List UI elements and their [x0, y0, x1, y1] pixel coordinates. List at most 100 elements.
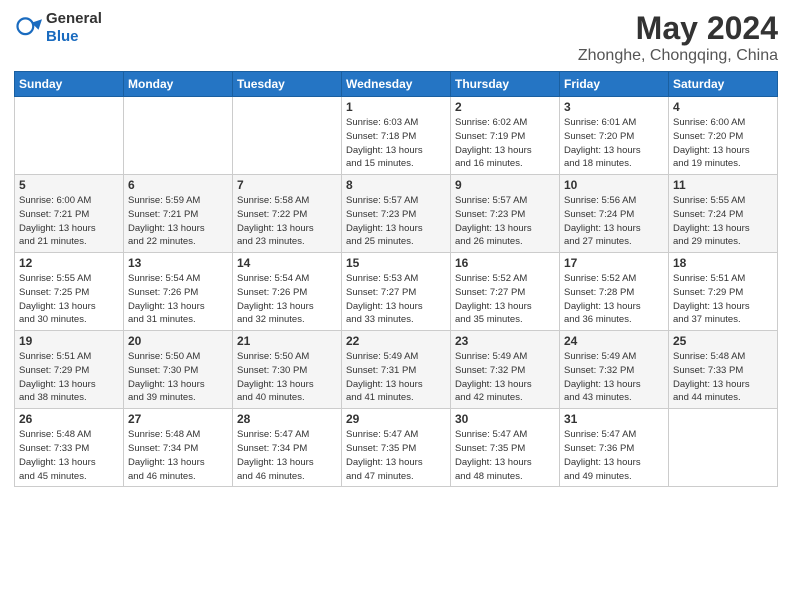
calendar-cell: 12 Sunrise: 5:55 AM Sunset: 7:25 PM Dayli… [15, 253, 124, 331]
week-row-4: 26 Sunrise: 5:48 AM Sunset: 7:33 PM Dayli… [15, 409, 778, 487]
day-number: 17 [564, 256, 664, 270]
day-info: Sunrise: 5:48 AM Sunset: 7:33 PM Dayligh… [673, 350, 773, 405]
day-info: Sunrise: 5:47 AM Sunset: 7:35 PM Dayligh… [346, 428, 446, 483]
calendar-cell: 22Sunrise: 5:49 AM Sunset: 7:31 PM Dayli… [342, 331, 451, 409]
day-info: Sunrise: 6:00 AM Sunset: 7:20 PM Dayligh… [673, 116, 773, 171]
day-number: 29 [346, 412, 446, 426]
calendar-cell: 10Sunrise: 5:56 AM Sunset: 7:24 PM Dayli… [560, 175, 669, 253]
calendar-cell: 18 Sunrise: 5:51 AM Sunset: 7:29 PM Dayli… [669, 253, 778, 331]
day-number: 28 [237, 412, 337, 426]
day-header-monday: Monday [124, 72, 233, 97]
day-number: 20 [128, 334, 228, 348]
calendar-cell: 29 Sunrise: 5:47 AM Sunset: 7:35 PM Dayli… [342, 409, 451, 487]
day-number: 5 [19, 178, 119, 192]
calendar-cell: 24 Sunrise: 5:49 AM Sunset: 7:32 PM Dayli… [560, 331, 669, 409]
page-container: General Blue May 2024 Zhonghe, Chongqing… [0, 0, 792, 497]
day-number: 21 [237, 334, 337, 348]
title-block: May 2024 Zhonghe, Chongqing, China [578, 10, 778, 65]
day-header-sunday: Sunday [15, 72, 124, 97]
calendar-cell: 26 Sunrise: 5:48 AM Sunset: 7:33 PM Dayli… [15, 409, 124, 487]
calendar-cell: 20Sunrise: 5:50 AM Sunset: 7:30 PM Dayli… [124, 331, 233, 409]
day-number: 16 [455, 256, 555, 270]
day-info: Sunrise: 5:51 AM Sunset: 7:29 PM Dayligh… [19, 350, 119, 405]
day-info: Sunrise: 5:51 AM Sunset: 7:29 PM Dayligh… [673, 272, 773, 327]
logo-general: General [46, 10, 102, 27]
day-info: Sunrise: 5:47 AM Sunset: 7:36 PM Dayligh… [564, 428, 664, 483]
week-row-3: 19 Sunrise: 5:51 AM Sunset: 7:29 PM Dayli… [15, 331, 778, 409]
day-number: 25 [673, 334, 773, 348]
logo: General Blue [14, 10, 102, 46]
day-info: Sunrise: 5:49 AM Sunset: 7:32 PM Dayligh… [455, 350, 555, 405]
day-info: Sunrise: 5:52 AM Sunset: 7:27 PM Dayligh… [455, 272, 555, 327]
day-number: 15 [346, 256, 446, 270]
calendar-cell: 31 Sunrise: 5:47 AM Sunset: 7:36 PM Dayli… [560, 409, 669, 487]
day-number: 1 [346, 100, 446, 114]
calendar-cell [669, 409, 778, 487]
day-info: Sunrise: 5:48 AM Sunset: 7:34 PM Dayligh… [128, 428, 228, 483]
day-info: Sunrise: 6:01 AM Sunset: 7:20 PM Dayligh… [564, 116, 664, 171]
day-number: 8 [346, 178, 446, 192]
day-number: 18 [673, 256, 773, 270]
calendar-cell: 11 Sunrise: 5:55 AM Sunset: 7:24 PM Dayli… [669, 175, 778, 253]
calendar-cell: 8 Sunrise: 5:57 AM Sunset: 7:23 PM Daylig… [342, 175, 451, 253]
day-header-friday: Friday [560, 72, 669, 97]
day-info: Sunrise: 5:55 AM Sunset: 7:24 PM Dayligh… [673, 194, 773, 249]
calendar-cell: 3 Sunrise: 6:01 AM Sunset: 7:20 PM Daylig… [560, 97, 669, 175]
day-number: 23 [455, 334, 555, 348]
day-number: 13 [128, 256, 228, 270]
day-info: Sunrise: 5:53 AM Sunset: 7:27 PM Dayligh… [346, 272, 446, 327]
day-info: Sunrise: 5:52 AM Sunset: 7:28 PM Dayligh… [564, 272, 664, 327]
day-info: Sunrise: 5:47 AM Sunset: 7:34 PM Dayligh… [237, 428, 337, 483]
logo-text: General Blue [46, 10, 102, 46]
day-info: Sunrise: 5:57 AM Sunset: 7:23 PM Dayligh… [346, 194, 446, 249]
day-number: 31 [564, 412, 664, 426]
day-number: 4 [673, 100, 773, 114]
day-number: 3 [564, 100, 664, 114]
day-info: Sunrise: 6:02 AM Sunset: 7:19 PM Dayligh… [455, 116, 555, 171]
day-number: 14 [237, 256, 337, 270]
calendar-cell: 30 Sunrise: 5:47 AM Sunset: 7:35 PM Dayli… [451, 409, 560, 487]
day-info: Sunrise: 5:49 AM Sunset: 7:32 PM Dayligh… [564, 350, 664, 405]
calendar-cell: 14Sunrise: 5:54 AM Sunset: 7:26 PM Dayli… [233, 253, 342, 331]
day-number: 7 [237, 178, 337, 192]
day-info: Sunrise: 5:50 AM Sunset: 7:30 PM Dayligh… [237, 350, 337, 405]
day-number: 2 [455, 100, 555, 114]
day-number: 24 [564, 334, 664, 348]
day-number: 19 [19, 334, 119, 348]
calendar-cell: 2 Sunrise: 6:02 AM Sunset: 7:19 PM Daylig… [451, 97, 560, 175]
day-info: Sunrise: 5:55 AM Sunset: 7:25 PM Dayligh… [19, 272, 119, 327]
day-number: 11 [673, 178, 773, 192]
day-number: 22 [346, 334, 446, 348]
day-header-saturday: Saturday [669, 72, 778, 97]
day-number: 12 [19, 256, 119, 270]
calendar-cell: 17 Sunrise: 5:52 AM Sunset: 7:28 PM Dayli… [560, 253, 669, 331]
calendar-cell: 7 Sunrise: 5:58 AM Sunset: 7:22 PM Daylig… [233, 175, 342, 253]
header: General Blue May 2024 Zhonghe, Chongqing… [14, 10, 778, 65]
day-info: Sunrise: 6:03 AM Sunset: 7:18 PM Dayligh… [346, 116, 446, 171]
logo-blue: Blue [46, 28, 79, 45]
day-number: 9 [455, 178, 555, 192]
calendar-cell: 4 Sunrise: 6:00 AM Sunset: 7:20 PM Daylig… [669, 97, 778, 175]
calendar-table: SundayMondayTuesdayWednesdayThursdayFrid… [14, 71, 778, 487]
calendar-cell: 1 Sunrise: 6:03 AM Sunset: 7:18 PM Daylig… [342, 97, 451, 175]
day-number: 27 [128, 412, 228, 426]
calendar-cell: 19 Sunrise: 5:51 AM Sunset: 7:29 PM Dayli… [15, 331, 124, 409]
day-number: 30 [455, 412, 555, 426]
day-info: Sunrise: 5:59 AM Sunset: 7:21 PM Dayligh… [128, 194, 228, 249]
calendar-cell: 13 Sunrise: 5:54 AM Sunset: 7:26 PM Dayli… [124, 253, 233, 331]
logo-icon [14, 14, 42, 42]
day-info: Sunrise: 5:57 AM Sunset: 7:23 PM Dayligh… [455, 194, 555, 249]
calendar-cell: 25 Sunrise: 5:48 AM Sunset: 7:33 PM Dayli… [669, 331, 778, 409]
header-row: SundayMondayTuesdayWednesdayThursdayFrid… [15, 72, 778, 97]
day-info: Sunrise: 5:47 AM Sunset: 7:35 PM Dayligh… [455, 428, 555, 483]
day-info: Sunrise: 5:48 AM Sunset: 7:33 PM Dayligh… [19, 428, 119, 483]
day-info: Sunrise: 5:54 AM Sunset: 7:26 PM Dayligh… [128, 272, 228, 327]
day-info: Sunrise: 5:58 AM Sunset: 7:22 PM Dayligh… [237, 194, 337, 249]
calendar-cell: 21 Sunrise: 5:50 AM Sunset: 7:30 PM Dayli… [233, 331, 342, 409]
day-number: 26 [19, 412, 119, 426]
calendar-cell: 16 Sunrise: 5:52 AM Sunset: 7:27 PM Dayli… [451, 253, 560, 331]
calendar-cell: 5 Sunrise: 6:00 AM Sunset: 7:21 PM Daylig… [15, 175, 124, 253]
day-info: Sunrise: 6:00 AM Sunset: 7:21 PM Dayligh… [19, 194, 119, 249]
subtitle: Zhonghe, Chongqing, China [578, 47, 778, 65]
week-row-2: 12 Sunrise: 5:55 AM Sunset: 7:25 PM Dayli… [15, 253, 778, 331]
